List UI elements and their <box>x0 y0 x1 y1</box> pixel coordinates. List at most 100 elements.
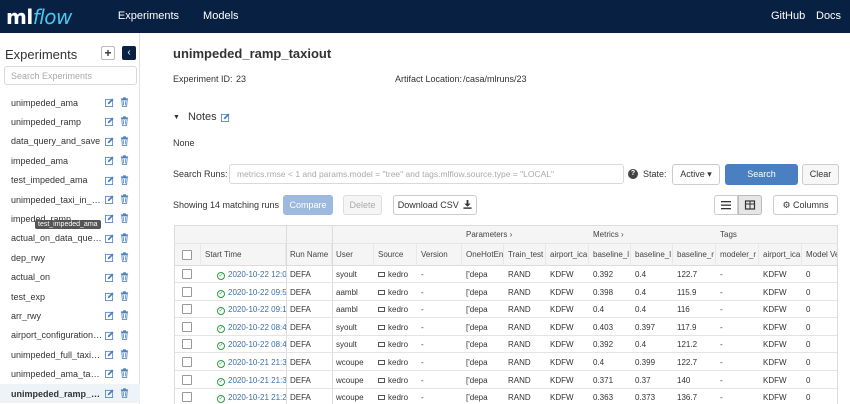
row-checkbox[interactable] <box>182 392 192 403</box>
edit-icon[interactable] <box>105 117 114 127</box>
table-cell[interactable]: ✓ 2020-10-21 21:3 <box>201 372 286 389</box>
row-checkbox[interactable] <box>182 321 192 332</box>
edit-icon[interactable] <box>105 156 114 166</box>
sidebar-item[interactable]: unimpeded_full_taxiout <box>0 345 140 364</box>
nav-github[interactable]: GitHub <box>771 0 805 33</box>
row-checkbox[interactable] <box>182 339 192 350</box>
column-header[interactable]: baseline_r <box>673 244 716 266</box>
table-cell[interactable]: ✓ 2020-10-21 21:2 <box>201 389 286 404</box>
table-cell[interactable]: ✓ 2020-10-22 12:0 <box>201 266 286 283</box>
column-header[interactable]: baseline_l <box>589 244 631 266</box>
column-header[interactable]: Model Ver <box>802 244 837 266</box>
column-header[interactable]: Start Time <box>201 244 286 266</box>
nav-models[interactable]: Models <box>193 0 248 33</box>
column-header[interactable]: airport_ica <box>759 244 802 266</box>
table-row[interactable]: ✓ 2020-10-22 08:4 DEFA syoult kedro - ['depa RA… <box>175 319 837 336</box>
help-icon[interactable]: ? <box>628 169 638 179</box>
edit-icon[interactable] <box>105 253 114 263</box>
table-cell[interactable]: DEFA <box>286 354 332 371</box>
notes-header[interactable]: ▼ Notes <box>173 111 230 123</box>
trash-icon[interactable] <box>120 310 129 321</box>
table-cell[interactable]: ✓ 2020-10-22 08:4 <box>201 319 286 336</box>
column-header[interactable]: OneHotEn <box>462 244 504 266</box>
table-row[interactable]: ✓ 2020-10-21 21:3 DEFA wcoupe kedro - ['depa RA… <box>175 354 837 371</box>
compare-button[interactable]: Compare <box>283 195 333 215</box>
edit-icon[interactable] <box>105 311 114 321</box>
edit-icon[interactable] <box>105 98 114 107</box>
search-experiments-input[interactable] <box>4 66 137 85</box>
trash-icon[interactable] <box>120 233 129 243</box>
row-checkbox[interactable] <box>182 286 192 297</box>
column-header[interactable]: User <box>332 244 374 266</box>
edit-icon[interactable] <box>105 176 114 185</box>
edit-icon[interactable] <box>105 331 114 340</box>
group-metrics[interactable]: Metrics › <box>589 226 624 244</box>
row-checkbox[interactable] <box>182 304 192 315</box>
column-header[interactable]: baseline_l <box>631 244 673 266</box>
collapse-sidebar-button[interactable]: ‹ <box>122 46 136 60</box>
trash-icon[interactable] <box>120 349 129 359</box>
trash-icon[interactable] <box>120 388 129 398</box>
sidebar-item[interactable]: arr_rwy <box>0 306 140 325</box>
delete-button[interactable]: Delete <box>343 195 382 215</box>
table-cell[interactable]: DEFA <box>286 389 332 404</box>
table-cell[interactable]: ✓ 2020-10-22 09:1 <box>201 301 286 318</box>
edit-icon[interactable] <box>105 195 114 204</box>
row-checkbox[interactable] <box>182 357 192 367</box>
sidebar-item[interactable]: unimpeded_ramp <box>0 112 140 131</box>
sidebar-item[interactable]: unimpeded_ama <box>0 93 140 112</box>
table-row[interactable]: ✓ 2020-10-22 08:4 DEFA syoult kedro - ['depa RA… <box>175 336 837 354</box>
column-header[interactable]: Train_test <box>504 244 546 266</box>
download-csv-button[interactable]: Download CSV <box>393 195 477 215</box>
sidebar-item[interactable]: test_impeded_ama <box>0 171 140 190</box>
search-button[interactable]: Search <box>725 164 798 185</box>
trash-icon[interactable] <box>120 97 129 107</box>
table-cell[interactable]: DEFA <box>286 319 332 336</box>
column-header[interactable]: airport_ica <box>546 244 589 266</box>
row-checkbox[interactable] <box>182 269 192 279</box>
table-row[interactable]: ✓ 2020-10-21 21:2 DEFA wcoupe kedro - ['depa RA… <box>175 389 837 404</box>
sidebar-item[interactable]: actual_on <box>0 268 140 287</box>
grid-view-toggle[interactable] <box>738 195 762 215</box>
sidebar-item[interactable]: airport_configuration_data <box>0 326 140 345</box>
trash-icon[interactable] <box>120 271 129 282</box>
sidebar-item[interactable]: impeded_ama <box>0 151 140 170</box>
table-cell[interactable]: ✓ 2020-10-21 21:3 <box>201 354 286 371</box>
trash-icon[interactable] <box>120 291 129 301</box>
columns-button[interactable]: ⚙ Columns <box>773 195 838 215</box>
edit-icon[interactable] <box>105 137 114 146</box>
state-dropdown[interactable]: Active ▾ <box>672 164 720 185</box>
select-all-checkbox[interactable] <box>182 250 192 260</box>
edit-icon[interactable] <box>105 292 114 301</box>
trash-icon[interactable] <box>120 116 129 127</box>
add-experiment-button[interactable]: + <box>101 46 115 60</box>
table-cell[interactable]: ✓ 2020-10-22 08:4 <box>201 336 286 353</box>
nav-experiments[interactable]: Experiments <box>108 0 189 33</box>
trash-icon[interactable] <box>120 213 129 224</box>
table-cell[interactable]: ✓ 2020-10-22 09:5 <box>201 284 286 301</box>
sidebar-item[interactable]: actual_on_data_query_and_save <box>0 229 140 248</box>
group-parameters[interactable]: Parameters › <box>462 226 513 244</box>
trash-icon[interactable] <box>120 368 129 379</box>
edit-icon[interactable] <box>105 350 114 360</box>
table-row[interactable]: ✓ 2020-10-22 09:1 DEFA aambl kedro - ['depa RAN… <box>175 301 837 319</box>
nav-docs[interactable]: Docs <box>816 0 841 33</box>
sidebar-item[interactable]: data_query_and_save <box>0 132 140 151</box>
edit-icon[interactable] <box>105 273 114 282</box>
trash-icon[interactable] <box>120 155 129 166</box>
trash-icon[interactable] <box>120 174 129 185</box>
trash-icon[interactable] <box>120 330 129 340</box>
table-cell[interactable]: DEFA <box>286 336 332 353</box>
table-cell[interactable]: DEFA <box>286 301 332 318</box>
edit-icon[interactable] <box>105 234 114 243</box>
sidebar-item[interactable]: unimpeded_taxi_in_ama <box>0 190 140 209</box>
edit-icon[interactable] <box>105 389 114 398</box>
trash-icon[interactable] <box>120 252 129 263</box>
column-header[interactable]: modeler_r <box>716 244 759 266</box>
sidebar-item[interactable]: dep_rwy <box>0 248 140 267</box>
table-row[interactable]: ✓ 2020-10-22 12:0 DEFA syoult kedro - ['depa RA… <box>175 266 837 283</box>
trash-icon[interactable] <box>120 194 129 204</box>
column-header[interactable]: Run Name <box>286 244 332 266</box>
edit-icon[interactable] <box>105 369 114 379</box>
clear-button[interactable]: Clear <box>802 164 839 185</box>
